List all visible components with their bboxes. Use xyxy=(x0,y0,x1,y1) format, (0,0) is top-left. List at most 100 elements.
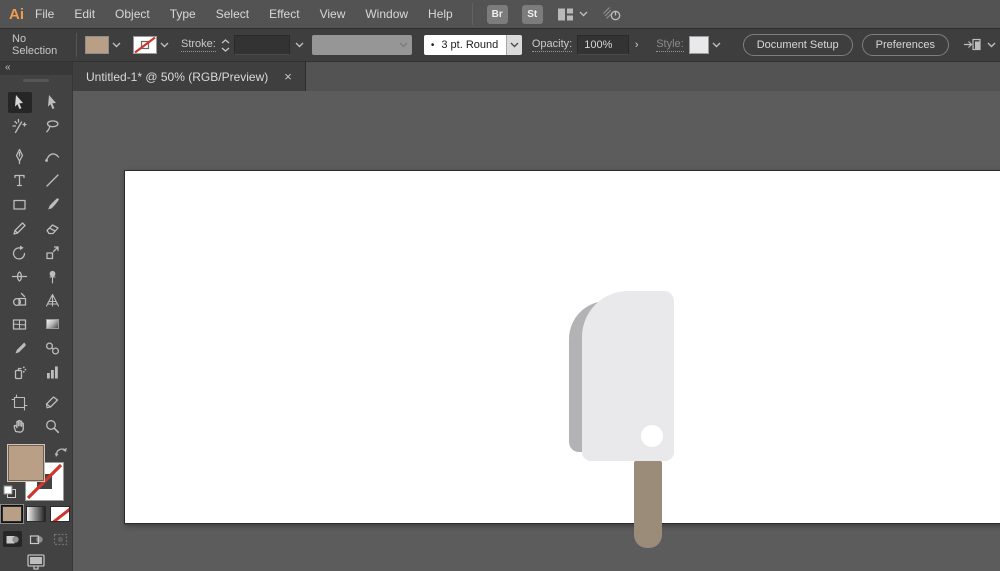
scale-tool-icon xyxy=(46,245,59,259)
lasso-tool[interactable] xyxy=(41,116,65,137)
bridge-button[interactable]: Br xyxy=(486,4,508,24)
menu-file[interactable]: File xyxy=(26,7,63,21)
tab-close-icon[interactable]: × xyxy=(284,69,292,84)
slice-tool[interactable] xyxy=(41,392,65,413)
fill-stroke-widget xyxy=(0,444,72,502)
direct-selection-tool[interactable] xyxy=(41,92,65,113)
line-segment-tool[interactable] xyxy=(41,170,65,191)
variable-width-profile-dropdown xyxy=(311,35,412,55)
draw-inside-button xyxy=(51,531,70,547)
default-fill-stroke-icon[interactable] xyxy=(3,485,17,499)
column-graph-tool[interactable] xyxy=(41,362,65,383)
graphic-style-swatch[interactable] xyxy=(688,36,709,54)
puppet-warp-tool-icon xyxy=(49,270,56,284)
opacity-expand-arrow[interactable]: › xyxy=(629,35,644,55)
color-button[interactable] xyxy=(2,506,22,522)
opacity-label[interactable]: Opacity: xyxy=(531,38,573,52)
artboard[interactable] xyxy=(124,170,1000,548)
gradient-tool-icon xyxy=(46,319,59,329)
popsicle-stick-shape[interactable] xyxy=(634,461,662,548)
chevron-down-icon[interactable] xyxy=(295,42,304,48)
panel-dock-icon[interactable] xyxy=(962,38,996,53)
mesh-tool[interactable] xyxy=(8,314,32,335)
graphic-style-dropdown[interactable] xyxy=(688,36,721,54)
panel-grip[interactable] xyxy=(23,79,49,82)
fill-swatch[interactable] xyxy=(7,444,45,482)
panel-collapse-button[interactable]: « xyxy=(0,62,72,75)
pen-tool[interactable] xyxy=(8,146,32,167)
chevron-down-icon xyxy=(510,42,519,48)
puppet-warp-tool[interactable] xyxy=(41,266,65,287)
eraser-tool[interactable] xyxy=(41,218,65,239)
rotate-tool[interactable] xyxy=(8,242,32,263)
rectangle-tool[interactable] xyxy=(8,194,32,215)
menu-object[interactable]: Object xyxy=(106,7,159,21)
draw-inside-icon xyxy=(53,533,67,545)
chevron-up-icon xyxy=(221,38,230,43)
slice-tool-icon xyxy=(45,395,59,408)
stroke-weight-field[interactable] xyxy=(233,35,290,55)
paintbrush-tool[interactable] xyxy=(41,194,65,215)
draw-normal-icon xyxy=(6,535,19,543)
document-setup-button[interactable]: Document Setup xyxy=(742,34,853,56)
zoom-tool[interactable] xyxy=(41,416,65,437)
menu-type[interactable]: Type xyxy=(161,7,205,21)
symbol-sprayer-tool[interactable] xyxy=(8,362,32,383)
stroke-label[interactable]: Stroke: xyxy=(181,38,216,52)
share-screen-icon[interactable] xyxy=(602,6,622,22)
gradient-button[interactable] xyxy=(26,506,46,522)
scale-tool[interactable] xyxy=(41,242,65,263)
menubar-separator xyxy=(471,3,473,25)
menu-edit[interactable]: Edit xyxy=(65,7,104,21)
gradient-tool[interactable] xyxy=(41,314,65,335)
document-tab-bar: Untitled-1* @ 50% (RGB/Preview) × xyxy=(73,62,1000,91)
fill-color-dropdown[interactable] xyxy=(85,36,121,54)
selection-tool[interactable] xyxy=(7,91,32,113)
stroke-none-swatch[interactable] xyxy=(133,36,157,54)
eyedropper-tool[interactable] xyxy=(8,338,32,359)
menu-select[interactable]: Select xyxy=(207,7,258,21)
curvature-tool[interactable] xyxy=(41,146,65,167)
menu-help[interactable]: Help xyxy=(419,7,462,21)
none-button[interactable] xyxy=(50,506,70,522)
lasso-tool-icon xyxy=(46,119,59,132)
magic-wand-tool[interactable] xyxy=(8,116,32,137)
brush-definition-dropdown[interactable]: • 3 pt. Round xyxy=(423,35,522,55)
workspace-switcher-icon[interactable] xyxy=(557,7,588,22)
shape-builder-tool[interactable] xyxy=(8,290,32,311)
control-bar: No Selection Stroke: • 3 pt. Round Opaci… xyxy=(0,28,1000,62)
blend-tool[interactable] xyxy=(41,338,65,359)
draw-behind-button[interactable] xyxy=(27,531,46,547)
fill-color-swatch[interactable] xyxy=(85,36,109,54)
pencil-tool[interactable] xyxy=(8,218,32,239)
app-logo[interactable]: Ai xyxy=(9,6,24,23)
document-tab[interactable]: Untitled-1* @ 50% (RGB/Preview) × xyxy=(73,62,306,91)
change-screen-mode-button[interactable] xyxy=(0,553,72,571)
canvas-area[interactable] xyxy=(73,91,1000,571)
menu-effect[interactable]: Effect xyxy=(260,7,308,21)
stock-button[interactable]: St xyxy=(521,4,543,24)
width-tool-icon xyxy=(11,270,28,282)
type-tool[interactable] xyxy=(8,170,32,191)
screen-mode-icon xyxy=(27,554,45,570)
selection-tool-icon xyxy=(15,94,23,109)
rotate-tool-icon xyxy=(12,245,26,259)
menu-view[interactable]: View xyxy=(311,7,355,21)
chevron-down-icon xyxy=(579,11,588,17)
preferences-button[interactable]: Preferences xyxy=(861,34,949,56)
opacity-field[interactable]: 100% xyxy=(577,35,630,55)
draw-normal-button[interactable] xyxy=(2,531,22,547)
stroke-weight-stepper[interactable] xyxy=(221,38,230,52)
hand-tool[interactable] xyxy=(8,416,32,437)
menu-window[interactable]: Window xyxy=(356,7,417,21)
popsicle-dot-shape[interactable] xyxy=(641,425,663,447)
artboard-tool[interactable] xyxy=(8,392,32,413)
stroke-color-dropdown[interactable] xyxy=(133,36,169,54)
perspective-grid-tool[interactable] xyxy=(41,290,65,311)
chevron-down-icon xyxy=(160,42,169,48)
chevron-down-icon xyxy=(987,42,996,48)
artboard-tool-icon xyxy=(11,393,28,411)
mesh-tool-icon xyxy=(12,318,27,330)
width-tool[interactable] xyxy=(8,266,32,287)
swap-fill-stroke-icon[interactable] xyxy=(54,445,68,458)
